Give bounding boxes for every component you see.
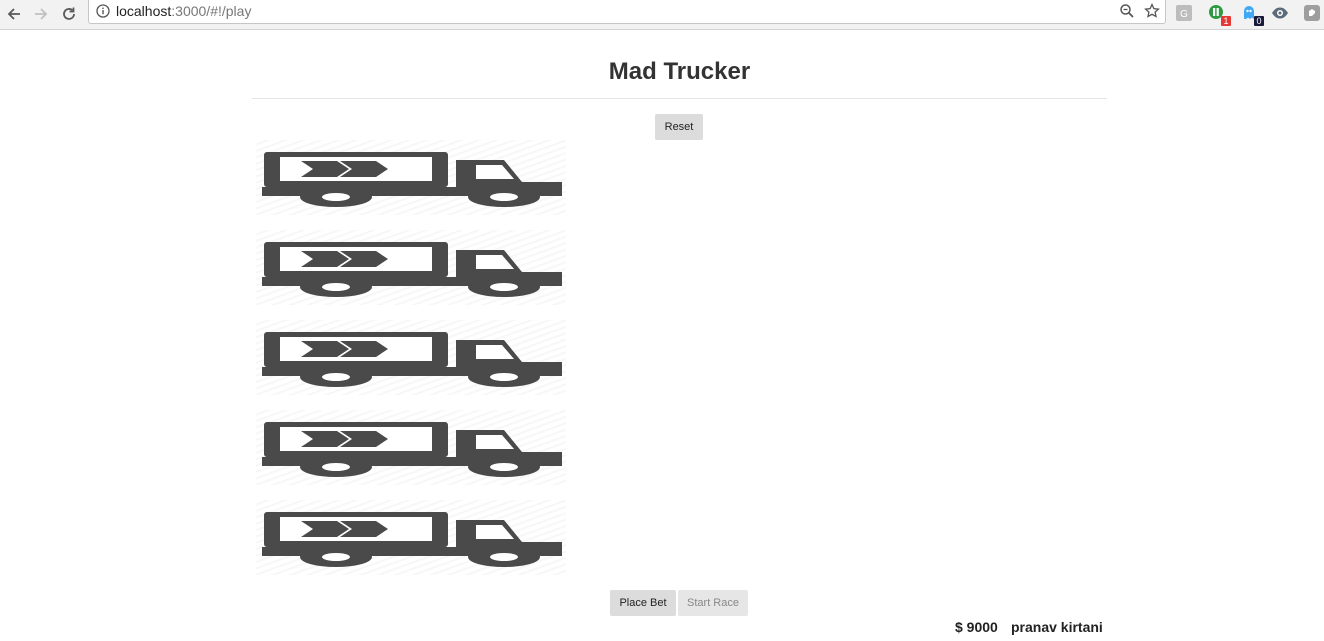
truck-icon — [262, 242, 562, 297]
ghost-extension-icon[interactable]: 0 — [1241, 4, 1264, 26]
page-title: Mad Trucker — [608, 58, 751, 85]
truck-lane — [256, 320, 566, 395]
info-icon — [96, 4, 110, 18]
forward-button[interactable] — [30, 3, 52, 25]
bookmark-star-icon[interactable] — [1144, 3, 1160, 19]
truck-lane — [256, 500, 566, 575]
shield-extension-icon[interactable] — [1303, 4, 1321, 22]
browser-toolbar: localhost:3000/#!/play G 1 0 — [0, 0, 1324, 30]
zoom-icon[interactable] — [1119, 3, 1135, 19]
reload-button[interactable] — [58, 3, 80, 25]
truck-lane — [256, 230, 566, 305]
balance-text: $ 9000 — [955, 619, 998, 635]
truck-lane — [256, 410, 566, 485]
truck-icon — [262, 332, 562, 387]
reset-button[interactable]: Reset — [655, 114, 703, 140]
url-host: localhost — [116, 3, 172, 19]
extension-badge: 1 — [1221, 16, 1231, 26]
reload-icon — [63, 7, 75, 20]
forward-arrow-icon — [35, 8, 48, 20]
truck-icon — [262, 512, 562, 567]
start-race-button[interactable]: Start Race — [678, 590, 748, 616]
place-bet-button[interactable]: Place Bet — [610, 590, 676, 616]
truck-icon — [262, 422, 562, 477]
g-extension-icon[interactable]: G — [1175, 4, 1193, 22]
url-path: :3000/#!/play — [171, 3, 252, 19]
extension-badge: 0 — [1254, 16, 1264, 26]
green-extension-icon[interactable]: 1 — [1208, 4, 1231, 26]
svg-text:G: G — [1180, 9, 1188, 20]
address-bar[interactable]: localhost:3000/#!/play — [88, 0, 1166, 24]
username-text: pranav kirtani — [1011, 619, 1103, 635]
url-text: localhost:3000/#!/play — [116, 3, 251, 19]
back-arrow-icon — [7, 8, 20, 20]
truck-icon — [262, 152, 562, 207]
back-button[interactable] — [3, 3, 25, 25]
game-container: Mad Trucker Reset Place Bet Start Race $… — [252, 30, 1107, 641]
eye-extension-icon[interactable] — [1271, 4, 1289, 22]
truck-lane — [256, 140, 566, 215]
title-divider — [252, 98, 1107, 99]
